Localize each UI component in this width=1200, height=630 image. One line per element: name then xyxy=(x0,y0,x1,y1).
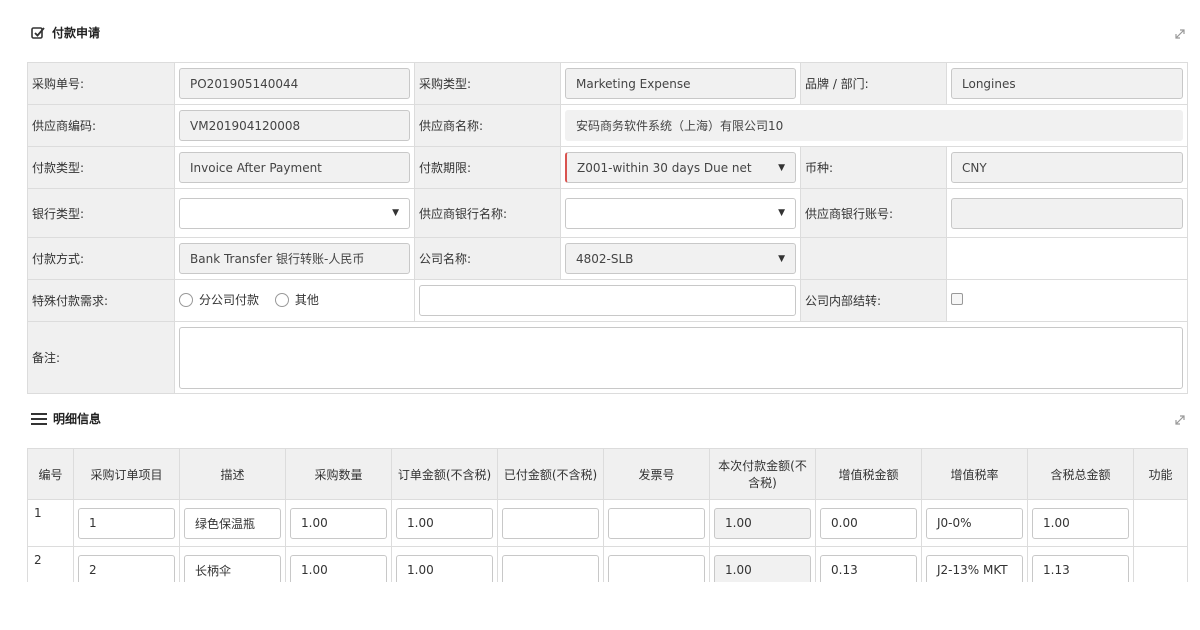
empty-value-cell xyxy=(946,237,1188,280)
payment-request-title: 付款申请 xyxy=(31,24,100,41)
vat-rate-input[interactable]: J0-0% xyxy=(926,507,1023,539)
description-input[interactable]: 绿色保温瓶 xyxy=(184,507,281,539)
internal-transfer-label: 公司内部结转: xyxy=(800,279,947,322)
payment-form: 采购单号: PO201905140044 采购类型: Marketing Exp… xyxy=(27,62,1188,394)
col-header: 含税总金额 xyxy=(1027,448,1134,500)
order-amount-input[interactable]: 1.00 xyxy=(396,554,493,586)
function-cell xyxy=(1133,499,1188,547)
vendor-account-field[interactable] xyxy=(951,197,1183,229)
detail-table: 编号 采购订单项目 描述 采购数量 订单金额(不含税) 已付金额(不含税) 发票… xyxy=(27,448,1188,594)
invoice-number-input[interactable] xyxy=(608,507,705,539)
total-amount-input[interactable]: 1.00 xyxy=(1032,507,1129,539)
radio-branch-payment[interactable]: 分公司付款 xyxy=(179,291,259,308)
internal-transfer-checkbox[interactable] xyxy=(951,293,963,305)
dropdown-caret-icon: ▼ xyxy=(778,208,785,218)
table-row: 1 1 绿色保温瓶 1.00 1.00 1.00 0.00 J0-0% 1.00 xyxy=(27,499,1188,547)
col-header: 本次付款金额(不含税) xyxy=(709,448,816,500)
col-header: 增值税金额 xyxy=(815,448,922,500)
brand-field[interactable]: Longines xyxy=(951,68,1183,99)
vendor-code-label: 供应商编码: xyxy=(27,104,175,147)
quantity-input[interactable]: 1.00 xyxy=(290,554,387,586)
radio-other[interactable]: 其他 xyxy=(274,291,319,308)
bank-type-select[interactable]: ▼ xyxy=(179,197,410,229)
currency-label: 币种: xyxy=(800,146,947,189)
pay-method-label: 付款方式: xyxy=(27,237,175,280)
vendor-name-field[interactable]: 安码商务软件系统（上海）有限公司10 xyxy=(565,110,1183,141)
col-header: 功能 xyxy=(1133,448,1188,500)
po-item-input[interactable]: 1 xyxy=(78,507,175,539)
detail-info-title: 明细信息 xyxy=(31,410,101,427)
payment-amount-input[interactable]: 1.00 xyxy=(714,507,811,539)
radio-circle-icon xyxy=(179,292,193,307)
col-header: 描述 xyxy=(179,448,286,500)
remark-label: 备注: xyxy=(27,321,175,394)
pay-term-select[interactable]: Z001-within 30 days Due net ▼ xyxy=(565,152,796,183)
special-label: 特殊付款需求: xyxy=(27,279,175,322)
empty-label-cell xyxy=(800,237,947,280)
col-header: 采购数量 xyxy=(285,448,392,500)
invoice-number-input[interactable] xyxy=(608,554,705,586)
dropdown-caret-icon: ▼ xyxy=(778,253,785,264)
col-header: 发票号 xyxy=(603,448,710,500)
page-bottom-blank xyxy=(0,582,1200,630)
col-header: 编号 xyxy=(27,448,74,500)
expand-icon[interactable] xyxy=(1174,414,1186,426)
vendor-bank-label: 供应商银行名称: xyxy=(414,188,561,238)
description-input[interactable]: 长柄伞 xyxy=(184,554,281,586)
col-header: 已付金额(不含税) xyxy=(497,448,604,500)
paid-amount-input[interactable] xyxy=(502,554,599,586)
paid-amount-input[interactable] xyxy=(502,507,599,539)
po-number-field[interactable]: PO201905140044 xyxy=(179,68,410,99)
vat-amount-input[interactable]: 0.13 xyxy=(820,554,917,586)
col-header: 订单金额(不含税) xyxy=(391,448,498,500)
vendor-bank-select[interactable]: ▼ xyxy=(565,197,796,229)
vat-amount-input[interactable]: 0.00 xyxy=(820,507,917,539)
vendor-code-field[interactable]: VM201904120008 xyxy=(179,110,410,141)
pay-type-label: 付款类型: xyxy=(27,146,175,189)
bank-type-label: 银行类型: xyxy=(27,188,175,238)
radio-circle-icon xyxy=(274,292,289,307)
vendor-name-label: 供应商名称: xyxy=(414,104,561,147)
total-amount-input[interactable]: 1.13 xyxy=(1032,554,1129,586)
po-item-input[interactable]: 2 xyxy=(78,554,175,586)
checkbox-edit-icon xyxy=(31,26,46,40)
row-number: 1 xyxy=(27,499,74,547)
brand-label: 品牌 / 部门: xyxy=(800,62,947,105)
pay-method-field[interactable]: Bank Transfer 银行转账-人民币 xyxy=(179,243,410,274)
vat-rate-input[interactable]: J2-13% MKT xyxy=(926,554,1023,586)
po-type-label: 采购类型: xyxy=(414,62,561,105)
remark-textarea[interactable] xyxy=(179,326,1183,389)
pay-term-label: 付款期限: xyxy=(414,146,561,189)
special-text-input[interactable] xyxy=(419,285,796,316)
order-amount-input[interactable]: 1.00 xyxy=(396,507,493,539)
company-label: 公司名称: xyxy=(414,237,561,280)
company-select[interactable]: 4802-SLB ▼ xyxy=(565,243,796,274)
col-header: 采购订单项目 xyxy=(73,448,180,500)
po-type-field[interactable]: Marketing Expense xyxy=(565,68,796,99)
currency-field[interactable]: CNY xyxy=(951,152,1183,183)
pay-type-field[interactable]: Invoice After Payment xyxy=(179,152,410,183)
col-header: 增值税率 xyxy=(921,448,1028,500)
payment-amount-input[interactable]: 1.00 xyxy=(714,554,811,586)
expand-icon[interactable] xyxy=(1174,28,1186,40)
dropdown-caret-icon: ▼ xyxy=(778,162,785,173)
dropdown-caret-icon: ▼ xyxy=(392,208,399,218)
list-icon xyxy=(31,412,47,425)
po-number-label: 采购单号: xyxy=(27,62,175,105)
quantity-input[interactable]: 1.00 xyxy=(290,507,387,539)
vendor-account-label: 供应商银行账号: xyxy=(800,188,947,238)
